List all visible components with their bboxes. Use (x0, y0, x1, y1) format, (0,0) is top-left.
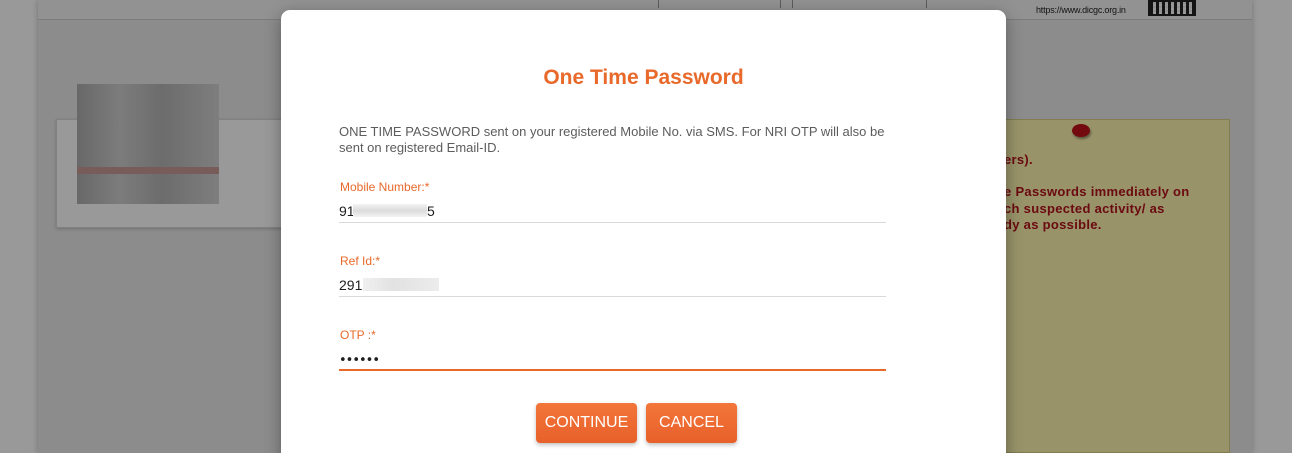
redacted-digits (363, 278, 439, 291)
ref-id-input[interactable]: 291 (339, 275, 886, 297)
otp-label: OTP :* (340, 328, 376, 342)
mobile-number-label: Mobile Number:* (340, 180, 430, 194)
mobile-number-suffix: 5 (427, 203, 435, 219)
mobile-number-input[interactable]: 91 5 (339, 201, 886, 223)
ref-id-field: Ref Id:* 291 (339, 254, 886, 297)
otp-info-text: ONE TIME PASSWORD sent on your registere… (339, 124, 885, 155)
otp-dialog: One Time Password ONE TIME PASSWORD sent… (281, 10, 1006, 453)
ref-id-label: Ref Id:* (340, 254, 381, 268)
continue-button[interactable]: CONTINUE (536, 403, 637, 443)
mobile-number-field: Mobile Number:* 91 5 (339, 180, 886, 223)
otp-input-wrapper (339, 349, 886, 371)
otp-field: OTP :* (339, 328, 886, 371)
otp-input[interactable] (339, 349, 886, 371)
dialog-title: One Time Password (543, 66, 744, 89)
redacted-digits (353, 204, 427, 217)
ref-id-prefix: 291 (339, 277, 363, 293)
cancel-button[interactable]: CANCEL (646, 403, 737, 443)
